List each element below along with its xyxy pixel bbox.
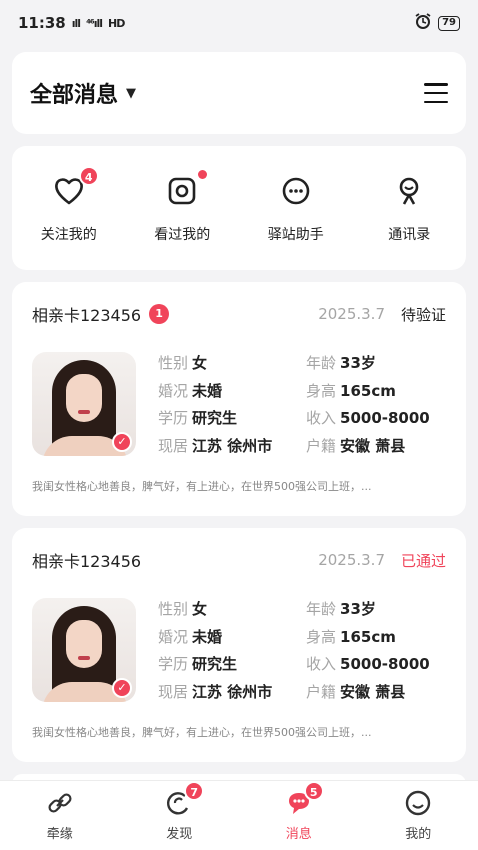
contacts-icon [392, 174, 426, 208]
card-status: 待验证 [400, 305, 446, 324]
camera-icon [165, 174, 199, 208]
card-date: 2025.3.7 [318, 551, 385, 569]
profile-card[interactable]: 相亲卡123456 1 2025.3.7 待验证 ✓ 性别女 年龄 33岁 婚况未… [12, 282, 466, 516]
info-grid: 性别女 年龄 33岁 婚况 未婚 身高 165cm 学历 研究生 收入 5000-8000… [158, 352, 446, 456]
tab-mine[interactable]: 我的 [373, 789, 463, 842]
discover-badge: 7 [184, 781, 205, 801]
verified-icon: ✓ [112, 678, 132, 698]
tab-discover[interactable]: 7 发现 [134, 781, 224, 842]
field-value: 安徽 萧县 [340, 682, 406, 701]
info-grid: 性别女 年龄 33岁 婚况 未婚 身高 165cm 学历 研究生 收入 5000-8000… [158, 598, 446, 702]
field-value: 5000-8000 [340, 655, 430, 673]
field-value: 未婚 [192, 627, 223, 646]
field-label: 户籍 [306, 682, 337, 701]
quick-station-assistant[interactable]: 驿站助手 [246, 174, 346, 244]
quick-viewed-me[interactable]: 看过我的 [132, 170, 232, 244]
field-label: 收入 [306, 655, 337, 673]
field-value: 165cm [340, 627, 396, 646]
field-value: 安徽 萧县 [340, 436, 406, 455]
field-value: 33岁 [340, 354, 376, 372]
tab-label: 发现 [166, 827, 193, 842]
field-value: 女 [192, 354, 208, 372]
field-value: 江苏 徐州市 [192, 682, 273, 701]
field-label: 收入 [306, 409, 337, 427]
link-icon [46, 789, 74, 817]
quick-label: 看过我的 [154, 227, 211, 243]
status-time: 11:38 [18, 14, 66, 32]
messages-badge: 5 [303, 781, 324, 801]
page-title: 全部消息 [30, 83, 119, 108]
field-value: 未婚 [192, 381, 223, 400]
field-value: 165cm [340, 381, 396, 400]
quick-label: 驿站助手 [267, 227, 324, 243]
profile-card[interactable]: 相亲卡123456 2025.3.7 已通过 ✓ 性别女 年龄 33岁 婚况 未婚 … [12, 528, 466, 762]
quick-label: 通讯录 [388, 227, 431, 243]
field-label: 户籍 [306, 436, 337, 455]
field-label: 学历 [158, 409, 189, 427]
header-card: 全部消息 ▼ [12, 52, 466, 134]
avatar[interactable]: ✓ [32, 352, 136, 456]
signal-icon: ıll [71, 16, 81, 30]
followed-badge: 4 [78, 166, 99, 186]
field-label: 性别 [158, 354, 189, 372]
quick-followed-me[interactable]: 4 关注我的 [19, 166, 119, 244]
card-status: 已通过 [400, 551, 446, 570]
field-value: 33岁 [340, 600, 376, 618]
field-value: 研究生 [192, 409, 238, 427]
avatar[interactable]: ✓ [32, 598, 136, 702]
unread-badge: 1 [149, 304, 170, 324]
card-date: 2025.3.7 [318, 305, 385, 323]
alarm-icon [414, 12, 432, 34]
card-title: 相亲卡123456 [32, 552, 142, 571]
card-title: 相亲卡123456 [32, 306, 142, 325]
field-label: 性别 [158, 600, 189, 618]
viewed-dot [198, 170, 208, 179]
field-value: 女 [192, 600, 208, 618]
chat-bubble-icon [279, 174, 313, 208]
quick-label: 关注我的 [40, 227, 97, 243]
message-filter-dropdown[interactable]: 全部消息 ▼ [30, 77, 136, 109]
menu-icon[interactable] [424, 83, 448, 103]
field-label: 学历 [158, 655, 189, 673]
status-bar: 11:38 ıll ⁴⁶ıll HD 79 [0, 0, 478, 46]
card-description: 我闺女性格心地善良，脾气好，有上进心，在世界500强公司上班，... [32, 480, 372, 493]
verified-icon: ✓ [112, 432, 132, 452]
field-label: 年龄 [306, 600, 337, 618]
card-description: 我闺女性格心地善良，脾气好，有上进心，在世界500强公司上班，... [32, 726, 372, 739]
quick-actions-card: 4 关注我的 看过我的 驿站助手 通讯录 [12, 146, 466, 270]
field-label: 婚况 [158, 381, 189, 400]
tab-label: 牵缘 [46, 827, 73, 842]
tab-qianyuan[interactable]: 牵缘 [15, 789, 105, 842]
caret-down-icon: ▼ [126, 85, 137, 101]
tab-messages[interactable]: 5 消息 [254, 781, 344, 842]
field-label: 年龄 [306, 354, 337, 372]
tab-label: 我的 [405, 827, 432, 842]
battery-indicator: 79 [438, 15, 460, 31]
tab-label: 消息 [285, 827, 312, 842]
network-label: HD [108, 16, 125, 30]
quick-contacts[interactable]: 通讯录 [359, 174, 459, 244]
field-label: 现居 [158, 682, 189, 701]
field-label: 身高 [306, 381, 337, 400]
bottom-tab-bar: 牵缘 7 发现 5 消息 我的 [0, 780, 478, 850]
field-label: 婚况 [158, 627, 189, 646]
field-value: 5000-8000 [340, 409, 430, 427]
field-value: 研究生 [192, 655, 238, 673]
field-value: 江苏 徐州市 [192, 436, 273, 455]
profile-icon [404, 789, 432, 817]
signal-icon-2: ⁴⁶ıll [86, 16, 103, 30]
field-label: 身高 [306, 627, 337, 646]
field-label: 现居 [158, 436, 189, 455]
